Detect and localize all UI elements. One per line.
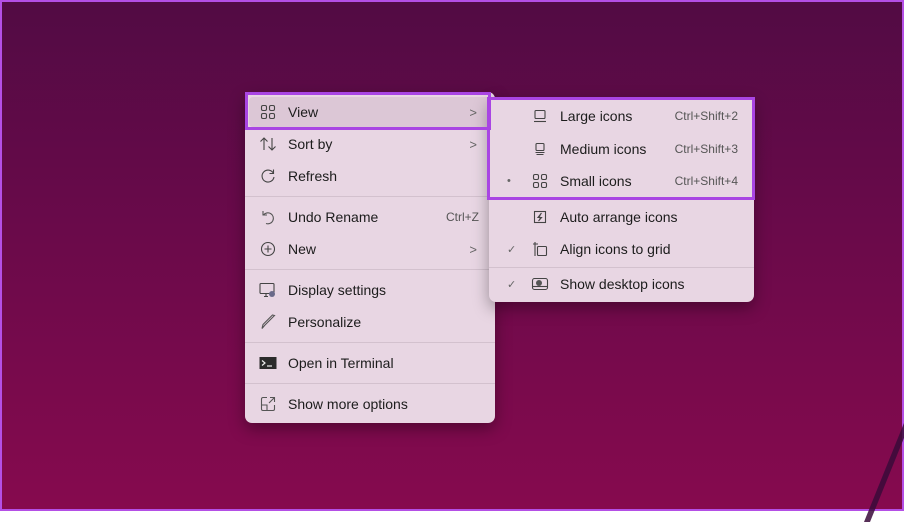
- wallpaper-streak: [864, 382, 904, 522]
- chevron-right-icon: >: [469, 241, 477, 257]
- menu-item-label: Sort by: [288, 136, 333, 152]
- menu-item-new[interactable]: New >: [249, 234, 491, 264]
- menu-separator: [245, 383, 495, 384]
- menu-item-label: Open in Terminal: [288, 355, 394, 371]
- submenu-item-large-icons[interactable]: Large icons Ctrl+Shift+2: [493, 101, 750, 131]
- shortcut-label: Ctrl+Shift+4: [674, 174, 738, 188]
- menu-item-personalize[interactable]: Personalize: [249, 307, 491, 337]
- grid-icon: [259, 103, 277, 121]
- menu-item-label: Display settings: [288, 282, 387, 298]
- menu-item-label: Small icons: [560, 173, 632, 189]
- menu-item-label: Show desktop icons: [560, 276, 685, 292]
- display-settings-icon: [259, 281, 277, 299]
- menu-item-undo-rename[interactable]: Undo Rename Ctrl+Z: [249, 202, 491, 232]
- menu-item-view[interactable]: View >: [249, 97, 491, 127]
- sort-arrows-icon: [259, 135, 277, 153]
- menu-separator: [489, 267, 754, 268]
- menu-item-label: Show more options: [288, 396, 408, 412]
- chevron-right-icon: >: [469, 104, 477, 120]
- terminal-icon: [259, 354, 277, 372]
- show-desktop-icon: [531, 275, 549, 293]
- submenu-item-auto-arrange[interactable]: Auto arrange icons: [493, 202, 750, 232]
- align-grid-icon: [531, 240, 549, 258]
- menu-item-label: Medium icons: [560, 141, 647, 157]
- menu-item-label: Auto arrange icons: [560, 209, 678, 225]
- view-submenu: Large icons Ctrl+Shift+2 Medium icons Ct…: [489, 97, 754, 302]
- submenu-item-small-icons[interactable]: • Small icons Ctrl+Shift+4: [493, 166, 750, 196]
- small-icons-icon: [531, 172, 549, 190]
- menu-item-refresh[interactable]: Refresh: [249, 161, 491, 191]
- shortcut-label: Ctrl+Shift+2: [674, 109, 738, 123]
- refresh-icon: [259, 167, 277, 185]
- selection-bullet: •: [507, 175, 511, 187]
- expand-icon: [259, 395, 277, 413]
- submenu-item-medium-icons[interactable]: Medium icons Ctrl+Shift+3: [493, 134, 750, 164]
- menu-item-label: Align icons to grid: [560, 241, 671, 257]
- menu-item-label: New: [288, 241, 317, 257]
- menu-item-sort-by[interactable]: Sort by >: [249, 129, 491, 159]
- menu-item-label: View: [288, 104, 319, 120]
- menu-item-display-settings[interactable]: Display settings: [249, 275, 491, 305]
- menu-item-label: Undo Rename: [288, 209, 379, 225]
- auto-arrange-icon: [531, 208, 549, 226]
- brush-icon: [259, 313, 277, 331]
- menu-separator: [245, 269, 495, 270]
- medium-icons-icon: [531, 140, 549, 158]
- large-icons-icon: [531, 107, 549, 125]
- menu-item-label: Personalize: [288, 314, 362, 330]
- menu-item-label: Refresh: [288, 168, 338, 184]
- undo-icon: [259, 208, 277, 226]
- shortcut-label: Ctrl+Shift+3: [674, 142, 738, 156]
- plus-circle-icon: [259, 240, 277, 258]
- submenu-item-align-to-grid[interactable]: ✓ Align icons to grid: [493, 234, 750, 264]
- menu-item-label: Large icons: [560, 108, 633, 124]
- shortcut-label: Ctrl+Z: [446, 210, 479, 224]
- desktop-context-menu: View > Sort by > Refresh Undo Rename Ctr…: [245, 92, 495, 423]
- menu-separator: [245, 342, 495, 343]
- chevron-right-icon: >: [469, 136, 477, 152]
- submenu-item-show-desktop-icons[interactable]: ✓ Show desktop icons: [493, 269, 750, 299]
- menu-item-open-in-terminal[interactable]: Open in Terminal: [249, 348, 491, 378]
- check-mark: ✓: [507, 243, 517, 256]
- check-mark: ✓: [507, 278, 517, 291]
- menu-separator: [245, 196, 495, 197]
- menu-item-show-more-options[interactable]: Show more options: [249, 389, 491, 419]
